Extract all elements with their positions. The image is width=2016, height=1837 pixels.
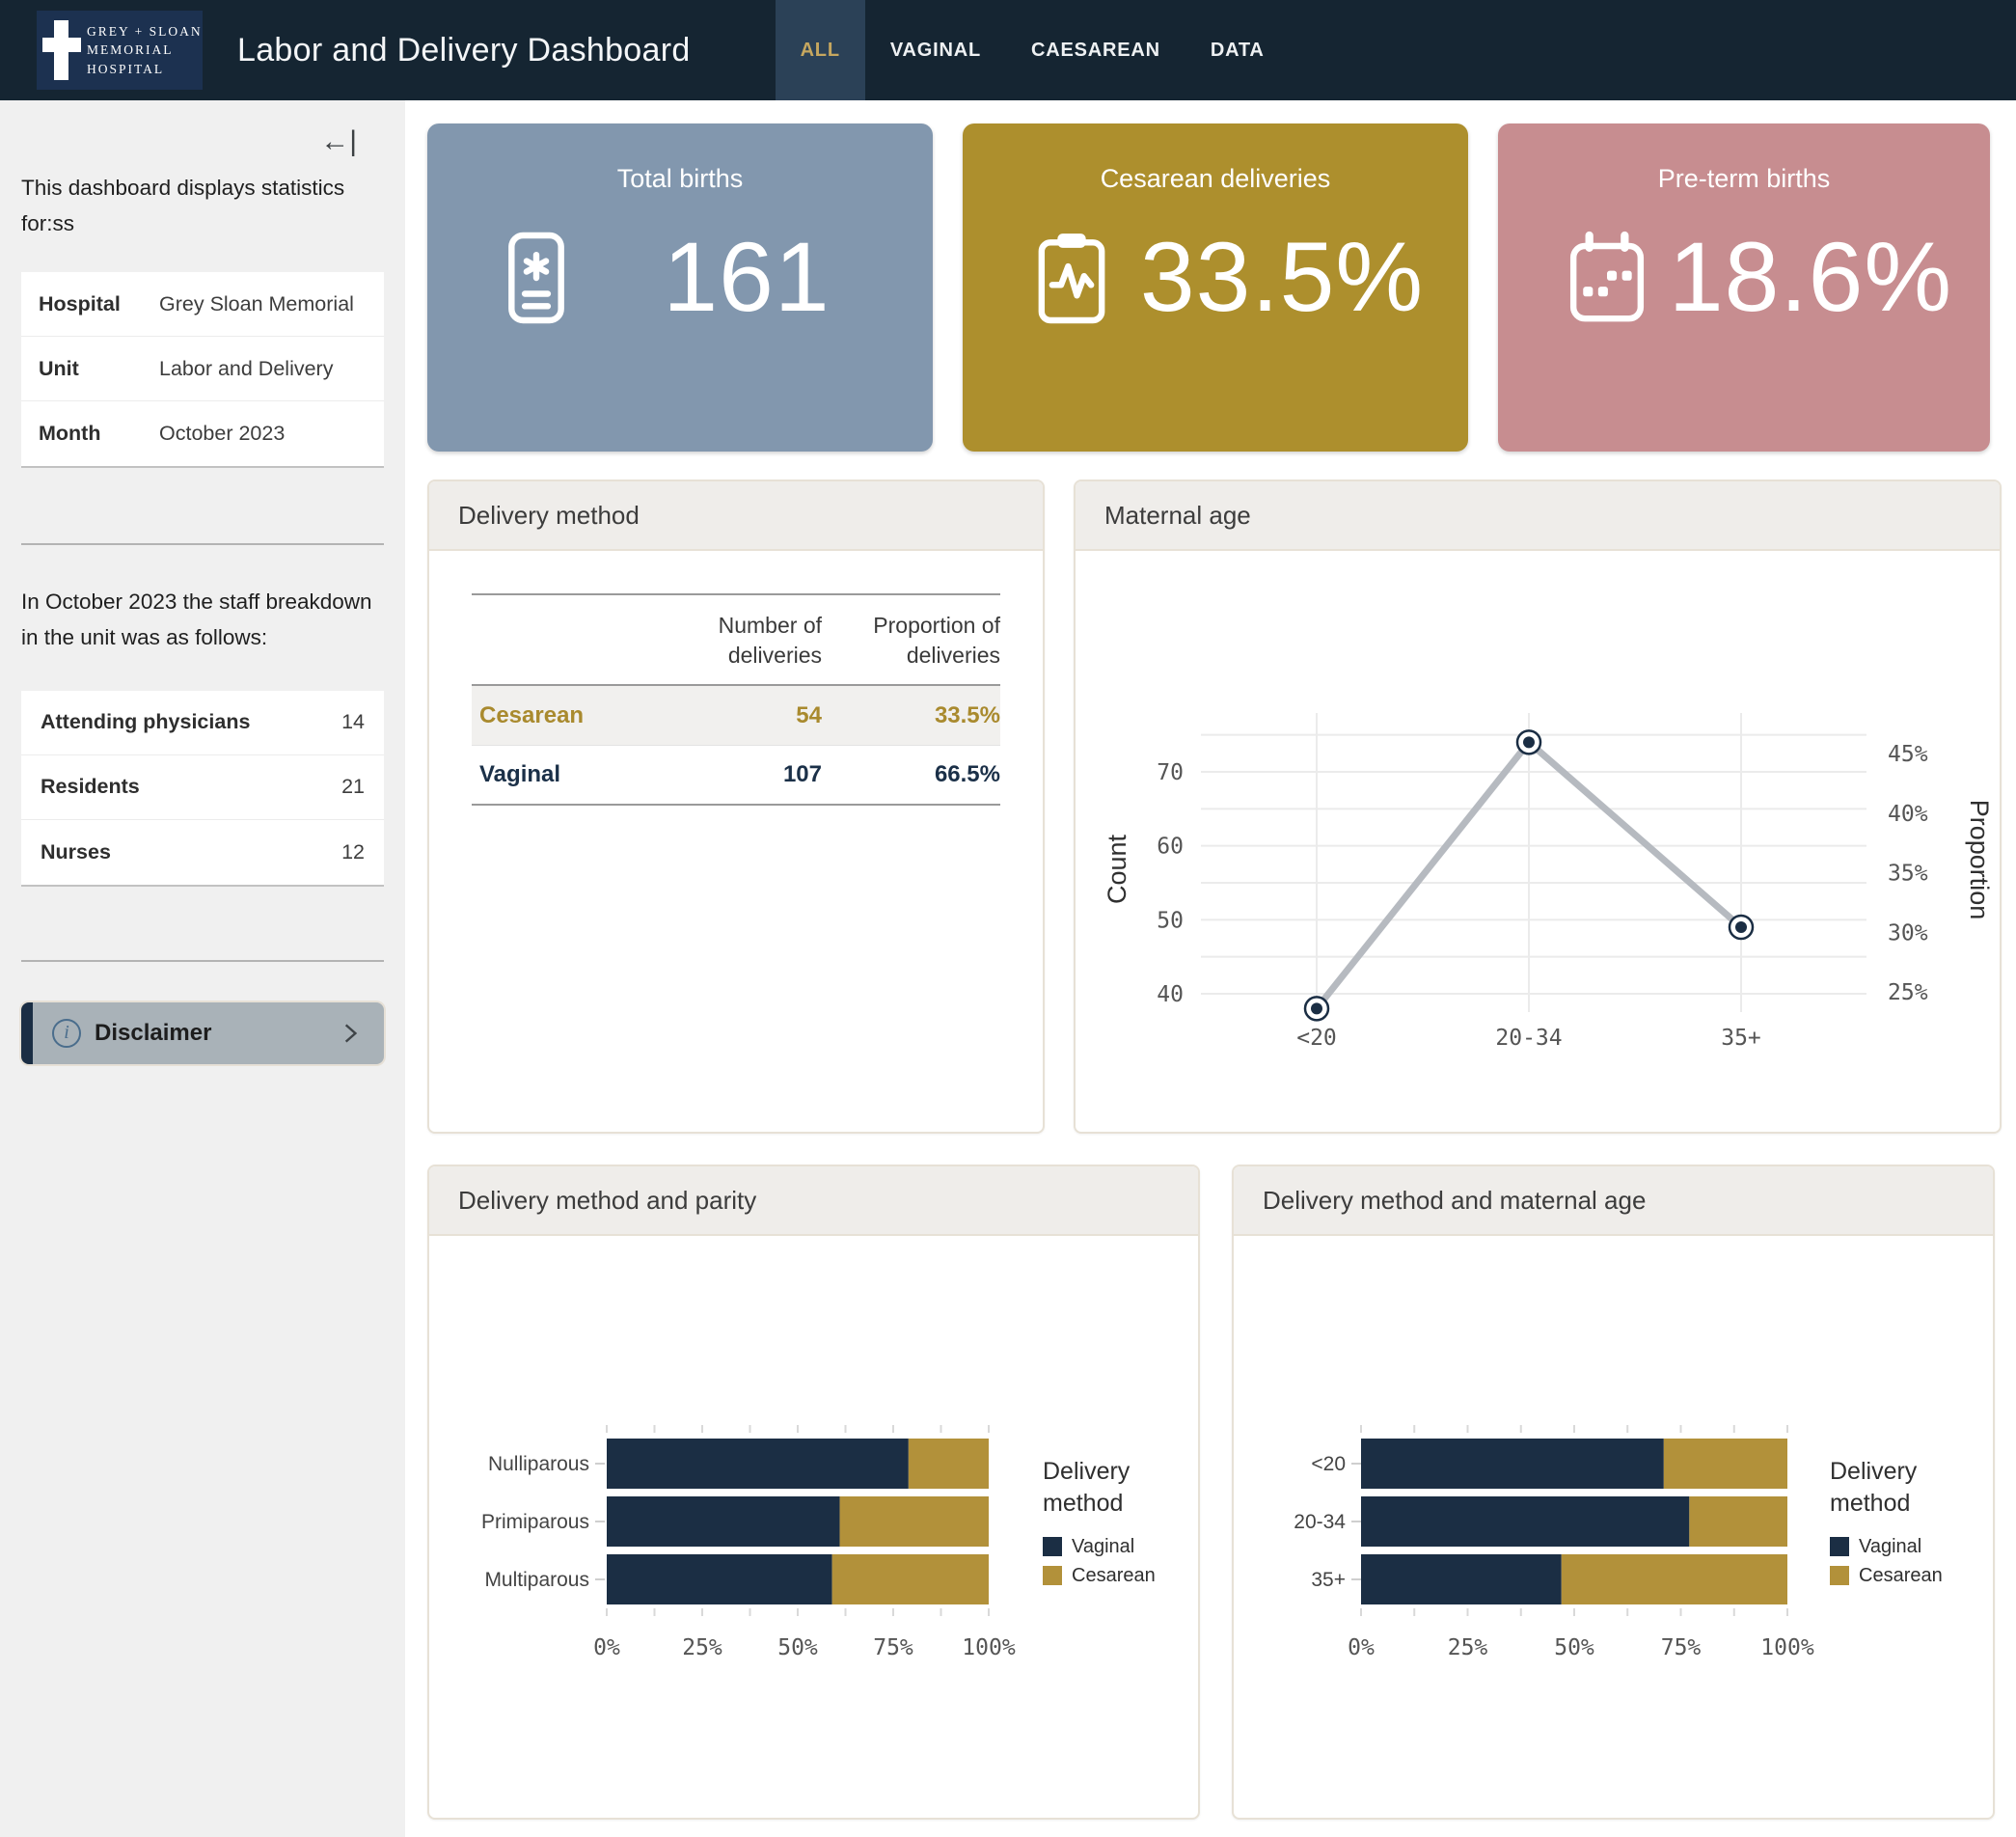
svg-text:Nulliparous: Nulliparous [488,1453,589,1475]
svg-text:30%: 30% [1888,920,1928,946]
kpi-value: 18.6% [1660,221,1961,334]
sidebar-divider [21,543,384,545]
sidebar: ←| This dashboard displays statistics fo… [0,100,405,1837]
birth-record-icon [483,225,589,331]
main-content: Total births 161 Cesarean deliveries 33.… [405,100,2016,1837]
svg-text:Vaginal: Vaginal [1859,1536,1921,1557]
panel-parity: Delivery method and parity Nulliparous Pr… [427,1165,1200,1820]
svg-text:20-34: 20-34 [1294,1511,1346,1533]
svg-text:method: method [1830,1490,1910,1517]
svg-text:25%: 25% [682,1635,722,1660]
svg-text:50%: 50% [1554,1635,1594,1660]
hospital-logo: GREY + SLOAN MEMORIAL HOSPITAL [37,11,203,90]
svg-text:60: 60 [1157,835,1184,860]
staff-row-residents: Residents 21 [21,755,384,820]
panel-title: Maternal age [1104,501,1251,531]
svg-text:Count: Count [1103,834,1131,904]
staff-intro-text: In October 2023 the staff breakdown in t… [21,584,384,655]
svg-text:<20: <20 [1296,1026,1337,1051]
dashboard-info-table: Hospital Grey Sloan Memorial Unit Labor … [21,272,384,468]
svg-text:0%: 0% [1348,1635,1375,1660]
delivery-method-table: Number of deliveries Proportion of deliv… [472,593,1000,806]
svg-text:25%: 25% [1448,1635,1488,1660]
svg-text:Cesarean: Cesarean [1859,1565,1943,1586]
svg-text:35+: 35+ [1311,1569,1346,1591]
col-header-number: Number of deliveries [643,611,822,671]
panel-delivery-method: Delivery method Number of deliveries Pro… [427,480,1045,1134]
tab-data[interactable]: DATA [1185,0,1290,100]
calendar-icon [1554,225,1660,331]
kpi-value: 33.5% [1125,221,1439,334]
svg-text:35+: 35+ [1721,1026,1761,1051]
kpi-card-total-births: Total births 161 [427,123,933,452]
svg-text:Delivery: Delivery [1043,1458,1131,1485]
clipboard-pulse-icon [1019,225,1125,331]
svg-text:70: 70 [1157,760,1184,785]
staff-row-nurses: Nurses 12 [21,820,384,885]
main-nav: ALL VAGINAL CAESAREAN DATA [776,0,1290,100]
panel-age-method: Delivery method and maternal age <20 20-3… [1232,1165,1995,1820]
tab-all[interactable]: ALL [776,0,865,100]
svg-text:20-34: 20-34 [1495,1026,1562,1051]
disclaimer-button[interactable]: i Disclaimer [21,1002,384,1064]
age-stacked-bar-chart: <20 20-34 35+ 0% 25% 50% 75% 100% Delivery method… [1236,1419,1993,1685]
svg-text:75%: 75% [873,1635,913,1660]
svg-text:Multiparous: Multiparous [484,1569,589,1591]
svg-text:100%: 100% [1760,1635,1814,1660]
svg-text:Cesarean: Cesarean [1072,1565,1156,1586]
disclaimer-label: Disclaimer [95,1020,338,1047]
app-header: GREY + SLOAN MEMORIAL HOSPITAL Labor and… [0,0,2016,100]
sidebar-intro-text: This dashboard displays statistics for:s… [21,170,384,241]
tab-vaginal[interactable]: VAGINAL [865,0,1006,100]
medical-cross-icon [42,20,81,80]
svg-text:50%: 50% [777,1635,818,1660]
svg-text:35%: 35% [1888,862,1928,887]
svg-text:50: 50 [1157,908,1184,933]
svg-text:Delivery: Delivery [1830,1458,1918,1485]
info-row-unit: Unit Labor and Delivery [21,337,384,401]
tab-caesarean[interactable]: CAESAREAN [1006,0,1185,100]
svg-text:<20: <20 [1311,1453,1346,1475]
svg-text:25%: 25% [1888,980,1928,1005]
svg-text:45%: 45% [1888,742,1928,767]
table-row-cesarean: Cesarean 54 33.5% [472,686,1000,746]
svg-text:Primiparous: Primiparous [481,1511,589,1533]
svg-text:100%: 100% [962,1635,1016,1660]
sidebar-collapse-icon[interactable]: ←| [320,125,357,158]
kpi-title: Cesarean deliveries [963,164,1468,194]
panel-title: Delivery method and parity [458,1186,756,1216]
sidebar-divider [21,960,384,962]
svg-text:75%: 75% [1661,1635,1702,1660]
svg-text:Vaginal: Vaginal [1072,1536,1134,1557]
staff-table: Attending physicians 14 Residents 21 Nur… [21,691,384,887]
svg-text:0%: 0% [593,1635,620,1660]
svg-text:40: 40 [1157,982,1184,1007]
kpi-card-cesarean: Cesarean deliveries 33.5% [963,123,1468,452]
col-header-proportion: Proportion of deliveries [822,611,1000,671]
kpi-title: Pre-term births [1498,164,1990,194]
kpi-card-preterm: Pre-term births 18.6% [1498,123,1990,452]
svg-text:40%: 40% [1888,802,1928,827]
table-row-vaginal: Vaginal 107 66.5% [472,746,1000,806]
page-title: Labor and Delivery Dashboard [237,32,691,69]
panel-title: Delivery method [458,501,640,531]
info-row-month: Month October 2023 [21,401,384,466]
info-row-hospital: Hospital Grey Sloan Memorial [21,272,384,337]
staff-row-attendings: Attending physicians 14 [21,691,384,755]
panel-maternal-age: Maternal age 40 50 60 70 25% 30% 35% 40% 45% <20 2… [1074,480,2002,1134]
panel-title: Delivery method and maternal age [1263,1186,1646,1216]
kpi-title: Total births [427,164,933,194]
parity-stacked-bar-chart: Nulliparous Primiparous Multiparous 0% 25% 50… [435,1419,1198,1685]
chevron-right-icon [338,1021,363,1046]
svg-text:method: method [1043,1490,1123,1517]
maternal-age-line-chart: 40 50 60 70 25% 30% 35% 40% 45% <20 20-34 35+ Count P… [1076,551,2000,1135]
svg-text:Proportion: Proportion [1965,800,1994,920]
logo-text: GREY + SLOAN MEMORIAL HOSPITAL [87,22,203,79]
kpi-value: 161 [589,221,904,334]
info-icon: i [52,1019,81,1048]
